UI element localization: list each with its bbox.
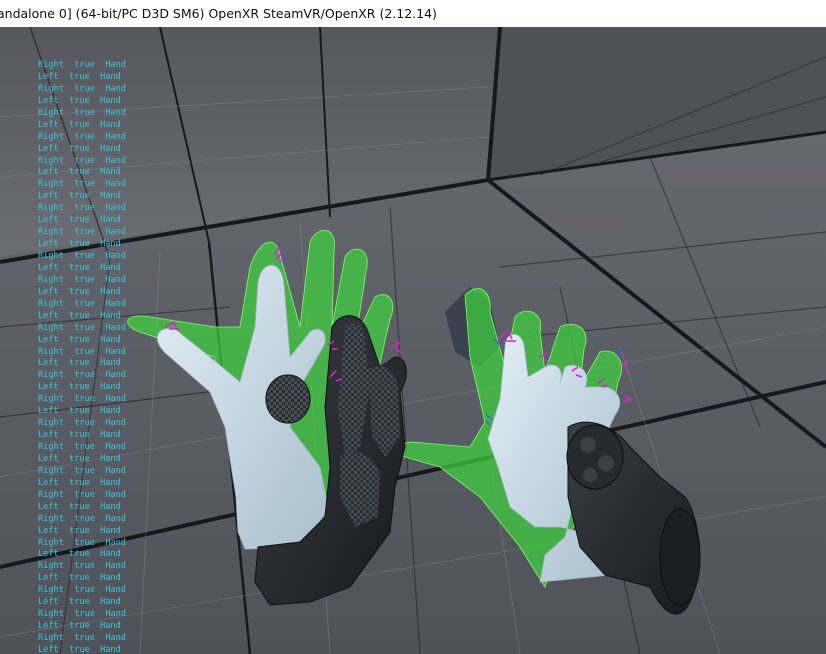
debug-log-line: Left true Hand <box>38 262 121 273</box>
debug-log-line: Left true Hand <box>38 358 121 369</box>
tracked-thumb-tip <box>265 374 311 424</box>
debug-log-line: Left true Hand <box>38 453 121 464</box>
debug-log-line: Left true Hand <box>38 334 121 345</box>
debug-log-line: Right true Hand <box>38 513 126 524</box>
debug-log-line: Left true Hand <box>38 382 121 393</box>
debug-log-line: Right true Hand <box>38 298 126 309</box>
app-window: andalone 0] (64-bit/PC D3D SM6) OpenXR S… <box>0 0 826 654</box>
debug-log-line: Left true Hand <box>38 477 121 488</box>
debug-log-line: Left true Hand <box>38 621 121 632</box>
debug-log-line: Left true Hand <box>38 71 121 82</box>
debug-log-line: Left true Hand <box>38 644 121 654</box>
debug-log-line: Right true Hand <box>38 465 126 476</box>
debug-log-line: Left true Hand <box>38 95 121 106</box>
debug-log-line: Right true Hand <box>38 442 126 452</box>
debug-log-line: Right true Hand <box>38 609 126 620</box>
debug-log-line: Right true Hand <box>38 203 126 214</box>
window-title: andalone 0] (64-bit/PC D3D SM6) OpenXR S… <box>0 6 437 21</box>
debug-log-line: Left true Hand <box>38 286 121 297</box>
debug-log-line: Right true Hand <box>38 561 126 572</box>
debug-log-line: Right true Hand <box>38 585 126 596</box>
window-titlebar[interactable]: andalone 0] (64-bit/PC D3D SM6) OpenXR S… <box>0 0 826 27</box>
debug-log-line: Left true Hand <box>38 191 121 202</box>
debug-log-line: Right true Hand <box>38 227 126 238</box>
debug-log-line: Left true Hand <box>38 501 121 512</box>
debug-log-line: Left true Hand <box>38 215 121 226</box>
debug-log-line: Right true Hand <box>38 131 126 142</box>
debug-log-line: Left true Hand <box>38 310 121 321</box>
debug-log: Right true Hand Left true Hand Right true … <box>38 60 128 654</box>
debug-log-line: Right true Hand <box>38 60 126 70</box>
debug-log-line: Right true Hand <box>38 346 126 357</box>
debug-log-line: Right true Hand <box>38 107 126 118</box>
debug-log-line: Right true Hand <box>38 83 126 94</box>
debug-log-line: Right true Hand <box>38 370 126 381</box>
debug-log-line: Right true Hand <box>38 179 126 190</box>
debug-log-line: Right true Hand <box>38 394 126 405</box>
debug-log-line: Right true Hand <box>38 322 126 333</box>
debug-log-line: Right true Hand <box>38 155 126 166</box>
debug-log-line: Left true Hand <box>38 549 121 560</box>
debug-log-line: Right true Hand <box>38 418 126 429</box>
debug-log-line: Left true Hand <box>38 239 121 250</box>
debug-log-line: Right true Hand <box>38 274 126 285</box>
debug-log-line: Right true Hand <box>38 633 126 643</box>
debug-log-line: Left true Hand <box>38 143 121 154</box>
debug-log-line: Left true Hand <box>38 573 121 584</box>
debug-log-line: Left true Hand <box>38 430 121 441</box>
debug-log-line: Left true Hand <box>38 167 121 178</box>
debug-log-line: Right true Hand <box>38 251 126 261</box>
debug-log-line: Left true Hand <box>38 119 121 130</box>
vr-viewport[interactable]: Right true Hand Left true Hand Right true … <box>0 27 826 654</box>
debug-log-line: Left true Hand <box>38 525 121 536</box>
debug-log-line: Right true Hand <box>38 489 126 500</box>
debug-log-line: Left true Hand <box>38 406 121 417</box>
debug-log-line: Right true Hand <box>38 537 126 548</box>
debug-log-line: Left true Hand <box>38 597 121 608</box>
